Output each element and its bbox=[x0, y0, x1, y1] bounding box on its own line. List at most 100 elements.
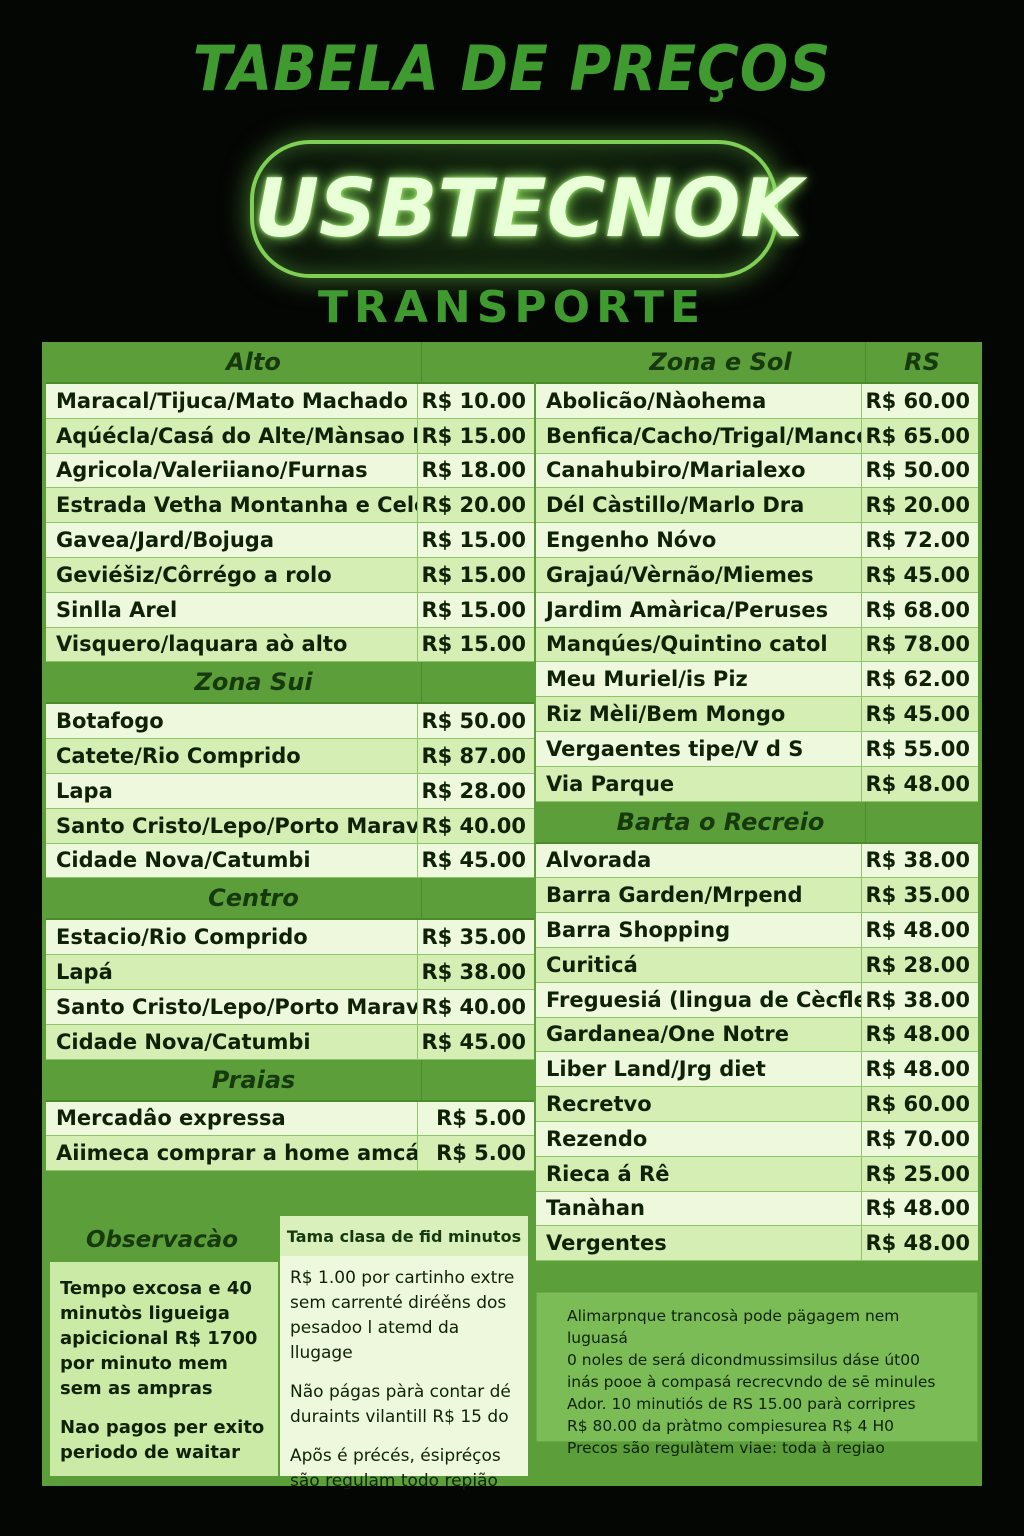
price-row: Recretvo R$ 60.00 bbox=[536, 1087, 978, 1122]
section-title: Praias bbox=[211, 1065, 296, 1094]
price-row: Engenho Nóvo R$ 72.00 bbox=[536, 523, 978, 558]
price-row: Lapa R$ 28.00 bbox=[46, 773, 534, 809]
price-row: Curiticá R$ 28.00 bbox=[536, 947, 978, 983]
price-row: Grajaú/Vèrnão/Miemes R$ 45.00 bbox=[536, 557, 978, 593]
price-row: Abolicão/Nàohema R$ 60.00 bbox=[536, 384, 978, 419]
destination-name: Barra Shopping bbox=[546, 918, 731, 943]
observation-paragraph: Tempo excosa e 40 minutòs ligueiga apici… bbox=[60, 1278, 258, 1399]
observation-left-text: Tempo excosa e 40 minutòs ligueiga apici… bbox=[50, 1262, 278, 1476]
price-row: Via Parque R$ 48.00 bbox=[536, 766, 978, 802]
price-row: Gavea/Jard/Bojuga R$ 15.00 bbox=[46, 523, 534, 558]
price-board: Alto Maracal/Tijuca/Mato Machado R$ 10.00 A… bbox=[42, 342, 982, 1491]
observation-title: Observacào bbox=[85, 1227, 239, 1253]
destination-price: R$ 48.00 bbox=[861, 1226, 978, 1261]
price-list: Maracal/Tijuca/Mato Machado R$ 10.00 Aqúéc… bbox=[46, 384, 534, 663]
section-price-header bbox=[865, 801, 978, 842]
price-list: Botafogo R$ 50.00 Catete/Rio Comprido R$ 87… bbox=[46, 704, 534, 879]
destination-name: Meu Muriel/is Piz bbox=[546, 667, 748, 692]
price-row: Gardanea/One Notre R$ 48.00 bbox=[536, 1017, 978, 1053]
price-row: Rieca á Rê R$ 25.00 bbox=[536, 1156, 978, 1192]
destination-price: R$ 45.00 bbox=[861, 557, 978, 592]
note-box: Alimarpnque trancosà pode pägagem nem lu… bbox=[536, 1292, 978, 1457]
note-line: R$ 80.00 da pràtmo compiesurea R$ 4 H0 bbox=[567, 1417, 894, 1435]
observation-right-text: R$ 1.00 por cartinho extre sem carrenté … bbox=[280, 1256, 528, 1491]
destination-name: Benfica/Cacho/Trigal/Mances bbox=[546, 423, 861, 448]
destination-name: Manqúes/Quintino catol bbox=[546, 632, 828, 657]
price-row: Sinlla Arel R$ 15.00 bbox=[46, 592, 534, 628]
price-row: Agricola/Valeriiano/Furnas R$ 18.00 bbox=[46, 453, 534, 489]
destination-name: Visquero/laquara aò alto bbox=[56, 632, 348, 657]
section-price-header bbox=[421, 662, 534, 703]
destination-name: Santo Cristo/Lepo/Porto Maravilha bbox=[56, 813, 417, 838]
destination-name: Via Parque bbox=[546, 771, 675, 796]
destination-name: Freguesiá (lingua de Cècfle) bbox=[546, 987, 861, 1012]
destination-name: Botafogo bbox=[56, 709, 164, 734]
destination-price: R$ 65.00 bbox=[861, 418, 978, 453]
price-row: Meu Muriel/is Piz R$ 62.00 bbox=[536, 662, 978, 698]
price-row: Tanàhan R$ 48.00 bbox=[536, 1191, 978, 1227]
destination-name: Santo Cristo/Lepo/Porto Maravilha bbox=[56, 994, 417, 1019]
destination-name: Sinlla Arel bbox=[56, 597, 178, 622]
destination-price: R$ 50.00 bbox=[861, 453, 978, 488]
section-header: Barta o Recreio bbox=[536, 801, 978, 844]
observation-right-title: Tama clasa de fid minutos bbox=[280, 1216, 528, 1256]
destination-price: R$ 15.00 bbox=[417, 418, 534, 453]
destination-name: Curiticá bbox=[546, 952, 638, 977]
price-list: Estacio/Rio Comprido R$ 35.00 Lapá R$ 38.00… bbox=[46, 920, 534, 1060]
destination-name: Mercadâo expressa bbox=[56, 1106, 286, 1131]
price-row: Estrada Vetha Montanha e Celes R$ 20.00 bbox=[46, 488, 534, 524]
destination-price: R$ 60.00 bbox=[861, 384, 978, 418]
price-column-right: Zona e Sol RS Abolicão/Nàohema R$ 60.00 Benf… bbox=[536, 342, 978, 1262]
price-row: Estacio/Rio Comprido R$ 35.00 bbox=[46, 920, 534, 956]
price-list: Alvorada R$ 38.00 Barra Garden/Mrpend R$ 35… bbox=[536, 843, 978, 1262]
destination-name: Riz Mèli/Bem Mongo bbox=[546, 702, 786, 727]
price-row: Canahubiro/Marialexo R$ 50.00 bbox=[536, 453, 978, 489]
destination-price: R$ 68.00 bbox=[861, 592, 978, 627]
price-row: Alvorada R$ 38.00 bbox=[536, 843, 978, 879]
price-row: Jardim Amàrica/Peruses R$ 68.00 bbox=[536, 592, 978, 628]
destination-price: R$ 70.00 bbox=[861, 1121, 978, 1156]
destination-price: R$ 38.00 bbox=[861, 843, 978, 878]
destination-name: Estrada Vetha Montanha e Celes bbox=[56, 493, 417, 518]
price-column-left: Alto Maracal/Tijuca/Mato Machado R$ 10.00 A… bbox=[46, 342, 534, 1172]
destination-price: R$ 18.00 bbox=[417, 453, 534, 488]
destination-price: R$ 48.00 bbox=[861, 1191, 978, 1226]
section-header: Zona Sui bbox=[46, 662, 534, 705]
destination-name: Lapa bbox=[56, 778, 113, 803]
price-row: Vergaentes tipe/V d S R$ 55.00 bbox=[536, 731, 978, 767]
destination-price: R$ 40.00 bbox=[417, 989, 534, 1024]
destination-name: Lapá bbox=[56, 960, 113, 985]
destination-price: R$ 20.00 bbox=[861, 488, 978, 523]
destination-name: Estacio/Rio Comprido bbox=[56, 925, 308, 950]
destination-name: Dél Càstillo/Marlo Dra bbox=[546, 493, 805, 518]
price-row: Catete/Rio Comprido R$ 87.00 bbox=[46, 739, 534, 774]
destination-price: R$ 87.00 bbox=[417, 739, 534, 773]
destination-price: R$ 45.00 bbox=[417, 1024, 534, 1059]
destination-name: Rezendo bbox=[546, 1126, 648, 1151]
destination-price: R$ 15.00 bbox=[417, 627, 534, 662]
price-row: Lapá R$ 38.00 bbox=[46, 955, 534, 990]
price-row: Benfica/Cacho/Trigal/Mances R$ 65.00 bbox=[536, 418, 978, 454]
price-row: Freguesiá (lingua de Cècfle) R$ 38.00 bbox=[536, 982, 978, 1018]
price-row: Santo Cristo/Lepo/Porto MaravilhaR$ 40.0… bbox=[46, 808, 534, 844]
destination-name: Gardanea/One Notre bbox=[546, 1022, 789, 1047]
destination-price: R$ 45.00 bbox=[417, 843, 534, 878]
destination-name: Abolicão/Nàohema bbox=[546, 388, 767, 413]
price-row: Riz Mèli/Bem Mongo R$ 45.00 bbox=[536, 697, 978, 732]
destination-price: R$ 5.00 bbox=[417, 1101, 534, 1136]
price-row: Cidade Nova/Catumbi R$ 45.00 bbox=[46, 1024, 534, 1060]
destination-name: Maracal/Tijuca/Mato Machado bbox=[56, 388, 408, 413]
destination-price: R$ 50.00 bbox=[417, 704, 534, 739]
price-row: Geviéšiz/Côrrégo a rolo R$ 15.00 bbox=[46, 557, 534, 593]
section-price-header bbox=[421, 342, 534, 382]
section-title: Zona Sui bbox=[194, 668, 313, 697]
price-row: Mercadâo expressa R$ 5.00 bbox=[46, 1101, 534, 1137]
brand-logo: USBTECNOK bbox=[250, 140, 802, 278]
destination-name: Aiimeca comprar a home amcása bbox=[56, 1141, 417, 1166]
destination-price: R$ 72.00 bbox=[861, 523, 978, 557]
destination-name: Catete/Rio Comprido bbox=[56, 744, 301, 769]
price-row: Rezendo R$ 70.00 bbox=[536, 1121, 978, 1157]
destination-name: Aqúécla/Casá do Alte/Mànsao Rosá bbox=[56, 423, 417, 448]
destination-name: Liber Land/Jrg diet bbox=[546, 1057, 766, 1082]
note-line: inás pooe à compasá recrecvndo de sē min… bbox=[567, 1373, 936, 1391]
